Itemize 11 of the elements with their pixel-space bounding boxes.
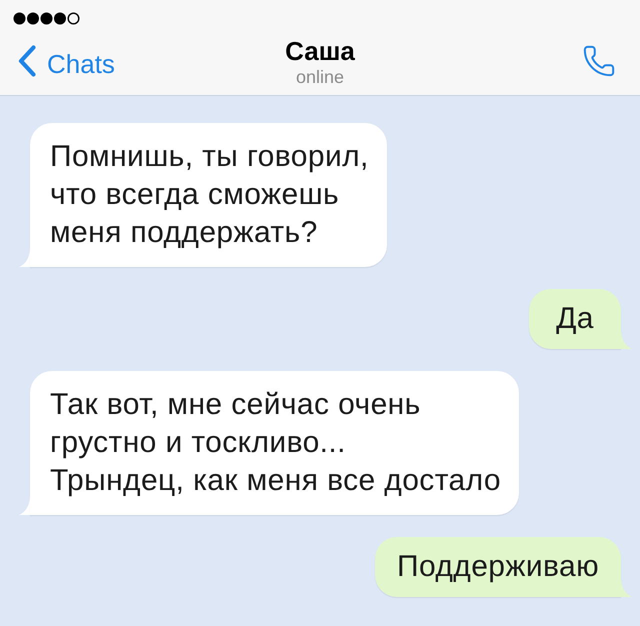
message-text: Так вот, мне сейчас очень грустно и тоскливо... Трындец, как меня все достало (50, 387, 501, 499)
signal-strength-icon (13, 12, 80, 24)
back-button[interactable]: Chats (18, 44, 115, 76)
call-button[interactable] (582, 44, 616, 78)
message-text: Помнишь, ты говорил, что всегда сможешь меня поддержать? (50, 139, 369, 251)
message-text: Поддерживаю (397, 549, 599, 585)
chevron-left-icon (18, 44, 36, 76)
message-text: Да (556, 301, 594, 337)
contact-name: Саша (285, 36, 355, 66)
contact-status: online (296, 66, 344, 88)
phone-icon (582, 44, 616, 78)
